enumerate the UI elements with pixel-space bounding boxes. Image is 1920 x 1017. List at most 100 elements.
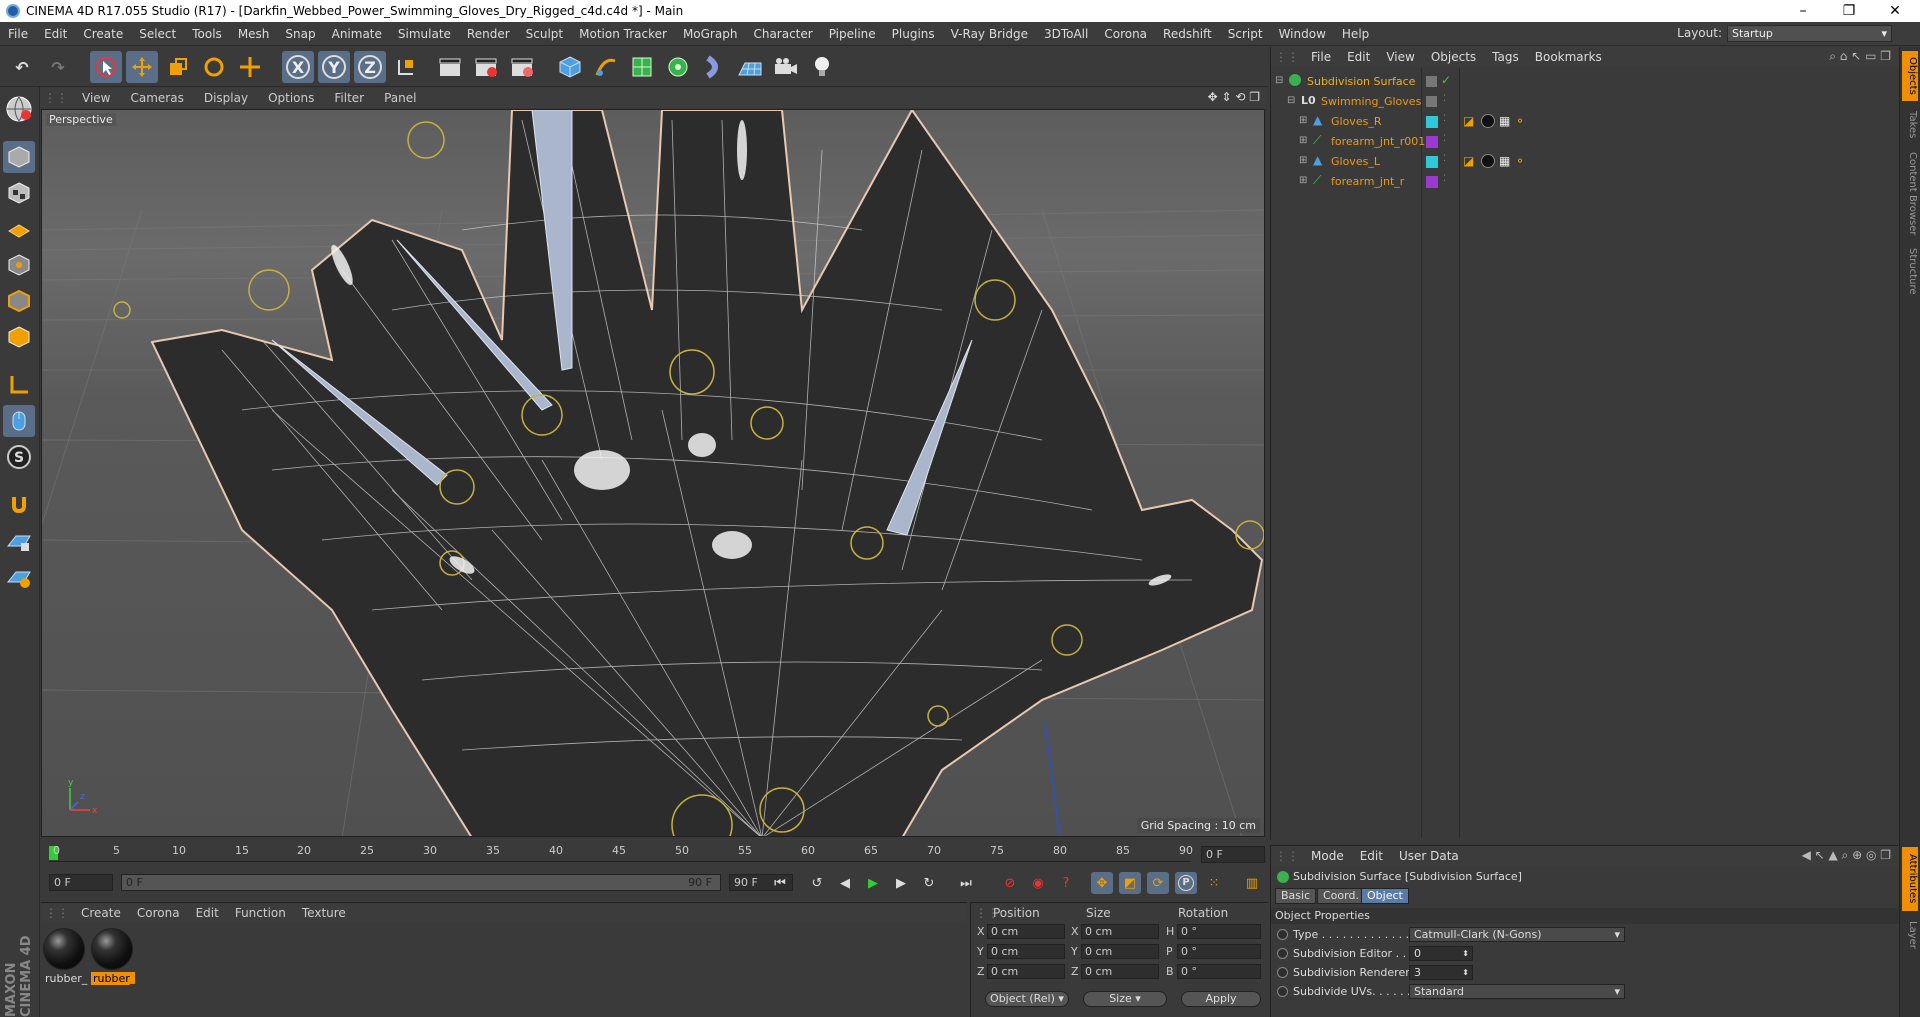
camera-button[interactable] [770, 51, 802, 83]
size-mode-dropdown[interactable]: Size ▾ [1083, 991, 1167, 1007]
expand-icon[interactable]: ⊞ [1299, 155, 1307, 166]
weight-tag-icon[interactable]: ⚬ [1515, 114, 1525, 128]
render-view-button[interactable] [434, 51, 466, 83]
tab-object[interactable]: Object [1361, 888, 1409, 904]
viewport-nav-icons[interactable]: ✥ ⇕ ⟲ ❐ [1208, 90, 1260, 104]
texture-mode-button[interactable] [3, 177, 35, 209]
menu-simulate[interactable]: Simulate [390, 27, 459, 41]
undo-button[interactable]: ↶ [6, 51, 38, 83]
go-to-start-button[interactable]: ⏮ [769, 872, 791, 894]
menu-plugins[interactable]: Plugins [884, 27, 943, 41]
autokey-button[interactable]: ◉ [1027, 872, 1049, 894]
subdivision-surface-button[interactable] [626, 51, 658, 83]
edges-mode-button[interactable] [3, 285, 35, 317]
menu-help[interactable]: Help [1334, 27, 1377, 41]
layer-color-cyan[interactable] [1426, 116, 1438, 128]
layer-toggle-icon[interactable] [1426, 76, 1437, 87]
viewport-menu-view[interactable]: View [72, 91, 120, 105]
menu-animate[interactable]: Animate [324, 27, 390, 41]
menu-edit[interactable]: Edit [36, 27, 75, 41]
phong-tag-icon[interactable]: ◪ [1463, 154, 1474, 168]
cube-primitive-button[interactable] [554, 51, 586, 83]
go-to-end-button[interactable]: ⏭ [955, 872, 977, 894]
object-row-gloves-l[interactable]: ⊞ ▲ Gloves_L ⁚ ◪ ▦ ⚬ [1271, 152, 1899, 172]
material-menu-create[interactable]: Create [73, 906, 129, 920]
start-frame-field[interactable]: 0 F [49, 874, 113, 891]
menu-window[interactable]: Window [1271, 27, 1334, 41]
rot-b-field[interactable]: 0 ° [1177, 964, 1261, 979]
viewport-menu-options[interactable]: Options [258, 91, 324, 105]
type-dropdown[interactable]: Catmull-Clark (N-Gons) ▾ [1409, 927, 1625, 942]
previous-key-button[interactable]: ↺ [806, 872, 828, 894]
menu-sculpt[interactable]: Sculpt [518, 27, 571, 41]
object-menu-file[interactable]: File [1303, 50, 1339, 64]
material-menu-function[interactable]: Function [227, 906, 294, 920]
side-tab-takes[interactable]: Takes [1902, 105, 1918, 145]
size-x-field[interactable]: 0 cm [1081, 924, 1159, 939]
expand-icon[interactable]: ⊞ [1299, 175, 1307, 186]
tweak-mode-button[interactable] [3, 405, 35, 437]
size-y-field[interactable]: 0 cm [1081, 944, 1159, 959]
key-pla-button[interactable]: ⁙ [1203, 872, 1225, 894]
coordinate-mode-dropdown[interactable]: Object (Rel) ▾ [985, 991, 1069, 1007]
render-picture-viewer-button[interactable] [470, 51, 502, 83]
viewport-menu-display[interactable]: Display [194, 91, 258, 105]
model-mode-button[interactable] [3, 141, 35, 173]
snap-button[interactable]: S [3, 441, 35, 473]
menu-redshift[interactable]: Redshift [1155, 27, 1220, 41]
layer-color-purple[interactable] [1426, 176, 1438, 188]
viewport-menu-filter[interactable]: Filter [324, 91, 374, 105]
deformer-button[interactable] [698, 51, 730, 83]
material-tag-icon[interactable] [1481, 114, 1495, 128]
pos-z-field[interactable]: 0 cm [987, 964, 1065, 979]
visibility-dots-icon[interactable]: ⁚ [1443, 174, 1446, 184]
attribute-menu-edit[interactable]: Edit [1352, 849, 1391, 863]
previous-frame-button[interactable]: ◀ [834, 872, 856, 894]
subdivision-editor-field[interactable]: 0 ⬍ [1409, 946, 1473, 961]
material-tag-icon[interactable] [1481, 154, 1495, 168]
menu-snap[interactable]: Snap [277, 27, 323, 41]
workplane-mode-button[interactable] [3, 213, 35, 245]
animate-radio[interactable] [1277, 986, 1288, 997]
layout-dropdown[interactable]: Startup ▾ [1727, 25, 1892, 42]
pos-y-field[interactable]: 0 cm [987, 944, 1065, 959]
object-row-forearm-jnt-r[interactable]: ⊞ ⟋ forearm_jnt_r ⁚ [1271, 172, 1899, 192]
key-parameter-button[interactable]: P [1175, 872, 1197, 894]
menu-corona[interactable]: Corona [1096, 27, 1155, 41]
object-menu-tags[interactable]: Tags [1484, 50, 1527, 64]
menu-3dtoall[interactable]: 3DToAll [1036, 27, 1096, 41]
side-tab-content-browser[interactable]: Content Browser [1902, 149, 1918, 239]
menu-file[interactable]: File [0, 27, 36, 41]
object-menu-objects[interactable]: Objects [1423, 50, 1484, 64]
frame-range-slider[interactable]: 0 F 90 F [121, 874, 721, 891]
menu-character[interactable]: Character [745, 27, 820, 41]
rot-h-field[interactable]: 0 ° [1177, 924, 1261, 939]
tab-coord[interactable]: Coord. [1317, 888, 1365, 904]
animate-radio[interactable] [1277, 967, 1288, 978]
light-button[interactable] [806, 51, 838, 83]
pos-x-field[interactable]: 0 cm [987, 924, 1065, 939]
menu-create[interactable]: Create [75, 27, 131, 41]
next-frame-button[interactable]: ▶ [890, 872, 912, 894]
axis-mode-button[interactable] [3, 369, 35, 401]
subdivision-renderer-field[interactable]: 3 ⬍ [1409, 965, 1473, 980]
stepper-icon[interactable]: ⬍ [1462, 966, 1469, 979]
uvw-tag-icon[interactable]: ▦ [1499, 154, 1510, 168]
scale-tool-button[interactable] [162, 51, 194, 83]
stepper-icon[interactable]: ⬍ [1462, 947, 1469, 960]
layer-toggle-icon[interactable] [1426, 96, 1437, 107]
live-selection-button[interactable] [90, 51, 122, 83]
menu-vray-bridge[interactable]: V-Ray Bridge [943, 27, 1036, 41]
weight-tag-icon[interactable]: ⚬ [1515, 154, 1525, 168]
material-menu-texture[interactable]: Texture [294, 906, 354, 920]
layer-color-purple[interactable] [1426, 136, 1438, 148]
menu-motion-tracker[interactable]: Motion Tracker [571, 27, 675, 41]
enable-snap-button[interactable] [3, 489, 35, 521]
minimize-button[interactable]: – [1780, 0, 1826, 22]
material-menu-edit[interactable]: Edit [188, 906, 227, 920]
3d-viewport[interactable]: Perspective Grid Spacing : 10 cm y x z [41, 109, 1265, 837]
side-tab-objects[interactable]: Objects [1902, 51, 1918, 101]
render-settings-button[interactable] [506, 51, 538, 83]
next-key-button[interactable]: ↻ [918, 872, 940, 894]
animate-radio[interactable] [1277, 929, 1288, 940]
